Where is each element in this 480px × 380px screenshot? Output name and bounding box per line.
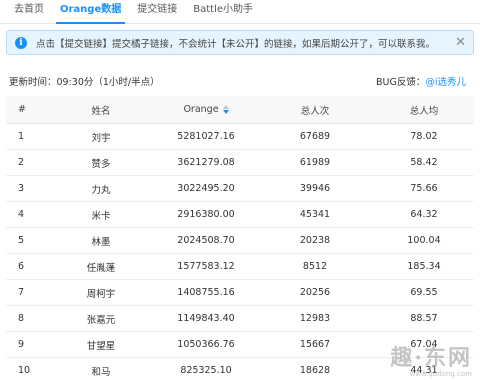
cell-avg: 75.66: [410, 183, 438, 194]
cell-count: 15667: [299, 339, 331, 350]
table-row: 4 米卡 2916380.00 45341 64.32: [6, 202, 474, 228]
cell-orange: 1408755.16: [177, 287, 235, 298]
update-time: 更新时间：09:30分（1小时/半点）: [9, 77, 160, 88]
feedback: BUG反馈：@i选秀儿: [376, 74, 466, 88]
cell-avg: 100.04: [407, 235, 441, 246]
cell-avg: 78.02: [410, 131, 438, 142]
table-row: 3 力丸 3022495.20 39946 75.66: [6, 176, 474, 202]
table-row: 2 赞多 3621279.08 61989 58.42: [6, 150, 474, 176]
cell-rank: 4: [18, 209, 25, 220]
cell-orange: 3022495.20: [177, 183, 235, 194]
table-row: 5 林墨 2024508.70 20238 100.04: [6, 228, 474, 254]
col-header-orange-label: Orange: [183, 104, 219, 115]
cell-rank: 10: [18, 365, 31, 376]
info-icon: i: [15, 36, 27, 49]
info-notice: i 点击【提交链接】提交橘子链接，不会统计【未公开】的链接，如果后期公开了，可以…: [6, 30, 474, 55]
cell-orange: 3621279.08: [177, 157, 235, 168]
table-header: # 姓名 Orange 总人次 总人均: [6, 96, 474, 124]
col-header-avg: 总人均: [409, 105, 439, 117]
col-header-orange[interactable]: Orange: [156, 104, 256, 115]
top-tab-bar: 去首页 Orange数据 提交链接 Battle小助手: [0, 0, 480, 24]
cell-orange: 1050366.76: [177, 339, 235, 350]
col-header-rank: #: [18, 104, 26, 115]
tab-orange-data[interactable]: Orange数据: [52, 0, 129, 24]
cell-name: 力丸: [91, 184, 111, 196]
cell-name: 甘望星: [86, 340, 116, 352]
cell-avg: 64.32: [410, 209, 438, 220]
cell-name: 周柯宇: [86, 288, 116, 300]
table-row: 7 周柯宇 1408755.16 20256 69.55: [6, 280, 474, 306]
cell-name: 和马: [91, 366, 111, 378]
col-header-name: 姓名: [91, 105, 111, 117]
cell-orange: 5281027.16: [177, 131, 235, 142]
tab-battle-helper[interactable]: Battle小助手: [185, 0, 261, 23]
meta-bar: 更新时间：09:30分（1小时/半点） BUG反馈：@i选秀儿: [9, 74, 474, 88]
cell-avg: 67.04: [410, 339, 438, 350]
cell-rank: 2: [18, 157, 25, 168]
close-icon[interactable]: ✕: [455, 35, 466, 51]
cell-rank: 7: [18, 287, 25, 298]
table-row: 6 任胤蓬 1577583.12 8512 185.34: [6, 254, 474, 280]
cell-avg: 44.31: [410, 365, 438, 376]
cell-avg: 185.34: [407, 261, 441, 272]
cell-orange: 1149843.40: [177, 313, 235, 324]
cell-rank: 8: [18, 313, 25, 324]
cell-count: 61989: [299, 157, 331, 168]
cell-rank: 1: [18, 131, 25, 142]
cell-avg: 88.57: [410, 313, 438, 324]
cell-orange: 1577583.12: [177, 261, 235, 272]
ranking-table: # 姓名 Orange 总人次 总人均 1 刘宇 5281027.16 67689 78…: [6, 96, 474, 380]
cell-rank: 6: [18, 261, 25, 272]
feedback-link[interactable]: @i选秀儿: [425, 77, 466, 88]
tab-home[interactable]: 去首页: [6, 0, 52, 23]
cell-rank: 3: [18, 183, 25, 194]
cell-count: 39946: [299, 183, 331, 194]
cell-name: 赞多: [91, 158, 111, 170]
cell-name: 张嘉元: [86, 314, 116, 326]
cell-name: 任胤蓬: [86, 262, 116, 274]
cell-name: 米卡: [91, 210, 111, 222]
table-row: 10 和马 825325.10 18628 44.31: [6, 358, 474, 380]
table-row: 9 甘望星 1050366.76 15667 67.04: [6, 332, 474, 358]
feedback-label: BUG反馈：: [376, 77, 426, 88]
cell-rank: 9: [18, 339, 25, 350]
table-row: 1 刘宇 5281027.16 67689 78.02: [6, 124, 474, 150]
cell-rank: 5: [18, 235, 25, 246]
cell-count: 20238: [299, 235, 331, 246]
cell-name: 林墨: [91, 236, 111, 248]
cell-count: 45341: [299, 209, 331, 220]
cell-orange: 2024508.70: [177, 235, 235, 246]
cell-count: 18628: [299, 365, 331, 376]
cell-orange: 825325.10: [180, 365, 232, 376]
cell-avg: 69.55: [410, 287, 438, 298]
cell-count: 20256: [299, 287, 331, 298]
cell-count: 12983: [299, 313, 331, 324]
cell-name: 刘宇: [91, 132, 111, 144]
col-header-count: 总人次: [300, 105, 330, 117]
cell-count: 8512: [302, 261, 328, 272]
notice-text: 点击【提交链接】提交橘子链接，不会统计【未公开】的链接，如果后期公开了，可以联系…: [36, 38, 436, 50]
cell-orange: 2916380.00: [177, 209, 235, 220]
sort-icon[interactable]: [222, 105, 229, 114]
table-row: 8 张嘉元 1149843.40 12983 88.57: [6, 306, 474, 332]
cell-count: 67689: [299, 131, 331, 142]
tab-submit-link[interactable]: 提交链接: [129, 0, 185, 23]
cell-avg: 58.42: [410, 157, 438, 168]
